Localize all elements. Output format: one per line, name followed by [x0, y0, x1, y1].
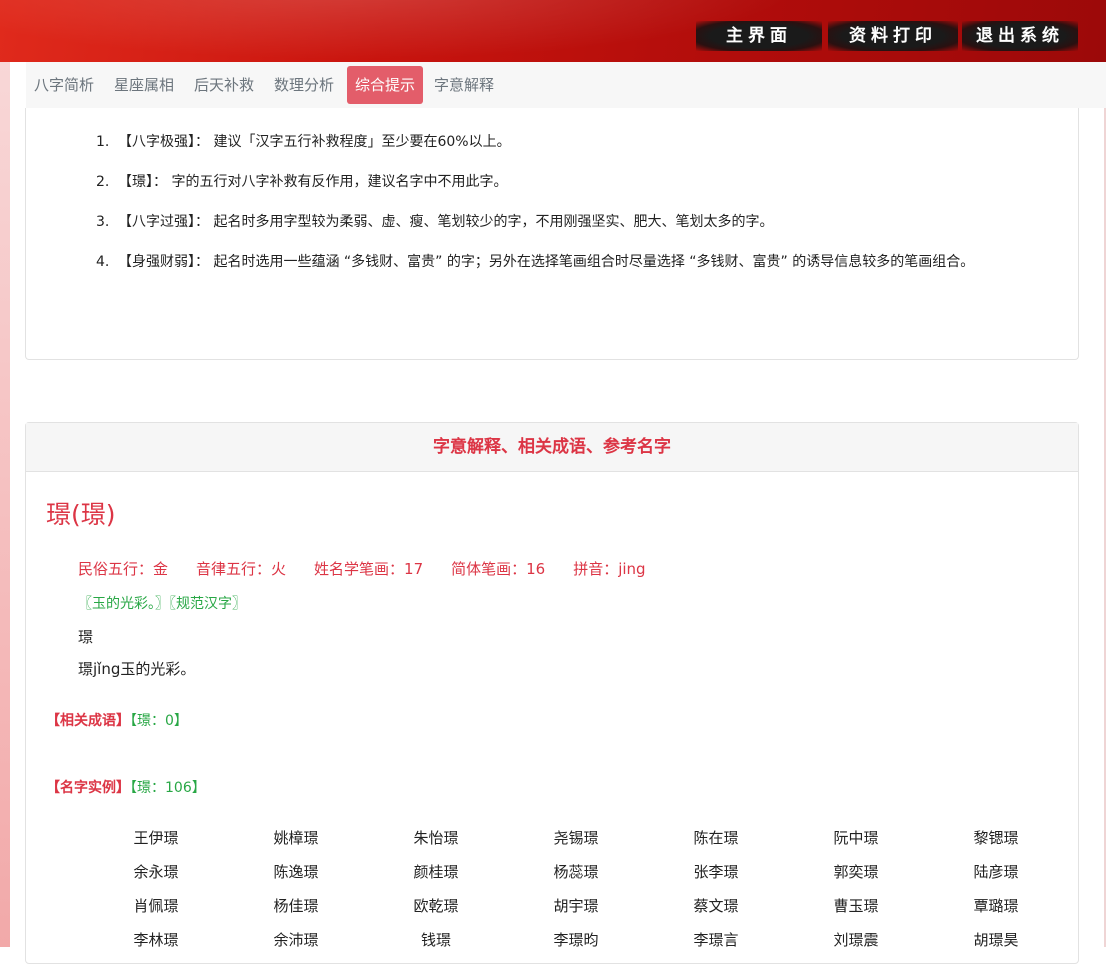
- name-item[interactable]: 王伊璟: [86, 821, 226, 855]
- tip-text: 【璟】： 字的五行对八字补救有反作用，建议名字中不用此字。: [118, 174, 508, 190]
- tip-item: 3. 【八字过强】： 起名时多用字型较为柔弱、虚、瘦、笔划较少的字，不用刚强坚实、…: [96, 202, 1026, 242]
- simplified-strokes: 简体笔画：16: [451, 560, 546, 578]
- tab-summary[interactable]: 综合提示: [347, 66, 424, 104]
- tip-item: 4. 【身强财弱】： 起名时选用一些蕴涵 “多钱财、富贵” 的字；另外在选择笔画组…: [96, 242, 1026, 282]
- names-label: 【名字实例】: [46, 780, 130, 796]
- name-item[interactable]: 欧乾璟: [366, 889, 506, 923]
- section-title: 字意解释、相关成语、参考名字: [26, 423, 1078, 472]
- names-section: 【名字实例】【璟：106】: [46, 777, 206, 797]
- tip-text: 【身强财弱】： 起名时选用一些蕴涵 “多钱财、富贵” 的字；另外在选择笔画组合时…: [118, 254, 975, 270]
- header-decoration: [0, 0, 800, 60]
- name-item[interactable]: 蔡文璟: [646, 889, 786, 923]
- name-strokes: 姓名学笔画：17: [314, 560, 424, 578]
- name-item[interactable]: 曹玉璟: [786, 889, 926, 923]
- name-item[interactable]: 李璟昀: [506, 923, 646, 957]
- tab-zodiac[interactable]: 星座属相: [106, 66, 182, 104]
- name-item[interactable]: 杨蕊璟: [506, 855, 646, 889]
- tip-text: 【八字过强】： 起名时多用字型较为柔弱、虚、瘦、笔划较少的字，不用刚强坚实、肥大…: [118, 214, 774, 230]
- name-item[interactable]: 颜桂璟: [366, 855, 506, 889]
- tab-remedy[interactable]: 后天补救: [186, 66, 262, 104]
- sound-element: 音律五行：火: [196, 560, 287, 578]
- tips-card: 1. 【八字极强】： 建议「汉字五行补救程度」至少要在60%以上。 2. 【璟】： …: [25, 108, 1079, 360]
- name-item[interactable]: 余永璟: [86, 855, 226, 889]
- name-item[interactable]: 张李璟: [646, 855, 786, 889]
- folk-element: 民俗五行：金: [78, 560, 169, 578]
- char-definition: 璟jǐng玉的光彩。: [78, 660, 196, 678]
- name-item[interactable]: 阮中璟: [786, 821, 926, 855]
- tips-list: 1. 【八字极强】： 建议「汉字五行补救程度」至少要在60%以上。 2. 【璟】： …: [96, 122, 1026, 282]
- char-heading: 璟(璟): [46, 500, 116, 529]
- name-item[interactable]: 李璟言: [646, 923, 786, 957]
- main-menu-button[interactable]: 主界面: [696, 21, 822, 51]
- idiom-section: 【相关成语】【璟：0】: [46, 710, 188, 730]
- name-item[interactable]: 李林璟: [86, 923, 226, 957]
- idiom-count: 【璟：0】: [130, 713, 188, 729]
- tip-number: 2.: [96, 174, 110, 190]
- tip-text: 【八字极强】： 建议「汉字五行补救程度」至少要在60%以上。: [118, 134, 511, 150]
- tab-bazi[interactable]: 八字简析: [26, 66, 102, 104]
- name-item[interactable]: 尧锡璟: [506, 821, 646, 855]
- tip-item: 2. 【璟】： 字的五行对八字补救有反作用，建议名字中不用此字。: [96, 162, 1026, 202]
- tip-number: 3.: [96, 214, 110, 230]
- name-item[interactable]: 杨佳璟: [226, 889, 366, 923]
- tab-nav: 八字简析 星座属相 后天补救 数理分析 综合提示 字意解释: [26, 62, 1106, 108]
- names-grid: 王伊璟 姚樟璟 朱怡璟 尧锡璟 陈在璟 阮中璟 黎锶璟 余永璟 陈逸璟 颜桂璟 杨蕊璟 张李璟 郭奕璟…: [86, 821, 1066, 957]
- char-line: 璟: [78, 628, 94, 646]
- print-data-button[interactable]: 资料打印: [828, 21, 958, 51]
- name-item[interactable]: 胡璟昊: [926, 923, 1066, 957]
- tab-char-meaning[interactable]: 字意解释: [426, 66, 502, 104]
- name-item[interactable]: 陈逸璟: [226, 855, 366, 889]
- exit-system-button[interactable]: 退出系统: [962, 21, 1078, 51]
- left-decoration-strip: [0, 62, 10, 947]
- names-row: 肖佩璟 杨佳璟 欧乾璟 胡宇璟 蔡文璟 曹玉璟 覃璐璟: [86, 889, 1066, 923]
- names-count: 【璟：106】: [130, 780, 206, 796]
- names-row: 李林璟 余沛璟 钱璟 李璟昀 李璟言 刘璟震 胡璟昊: [86, 923, 1066, 957]
- names-row: 王伊璟 姚樟璟 朱怡璟 尧锡璟 陈在璟 阮中璟 黎锶璟: [86, 821, 1066, 855]
- name-item[interactable]: 余沛璟: [226, 923, 366, 957]
- name-item[interactable]: 刘璟震: [786, 923, 926, 957]
- name-item[interactable]: 覃璐璟: [926, 889, 1066, 923]
- idiom-label: 【相关成语】: [46, 713, 130, 729]
- name-item[interactable]: 黎锶璟: [926, 821, 1066, 855]
- names-row: 余永璟 陈逸璟 颜桂璟 杨蕊璟 张李璟 郭奕璟 陆彦璟: [86, 855, 1066, 889]
- tip-number: 1.: [96, 134, 110, 150]
- name-item[interactable]: 肖佩璟: [86, 889, 226, 923]
- app-header: 主界面 资料打印 退出系统: [0, 0, 1106, 62]
- name-item[interactable]: 郭奕璟: [786, 855, 926, 889]
- name-item[interactable]: 朱怡璟: [366, 821, 506, 855]
- char-attributes: 民俗五行：金 音律五行：火 姓名学笔画：17 简体笔画：16 拼音：jing: [78, 558, 674, 579]
- tab-numerology[interactable]: 数理分析: [266, 66, 342, 104]
- name-item[interactable]: 钱璟: [366, 923, 506, 957]
- char-tags: 〖玉的光彩。〗〖规范汉字〗: [78, 596, 246, 612]
- name-item[interactable]: 陈在璟: [646, 821, 786, 855]
- char-explanation-card: 字意解释、相关成语、参考名字 璟(璟) 民俗五行：金 音律五行：火 姓名学笔画：17…: [25, 422, 1079, 964]
- tip-number: 4.: [96, 254, 110, 270]
- name-item[interactable]: 胡宇璟: [506, 889, 646, 923]
- name-item[interactable]: 陆彦璟: [926, 855, 1066, 889]
- pinyin: 拼音：jing: [573, 560, 646, 578]
- name-item[interactable]: 姚樟璟: [226, 821, 366, 855]
- tip-item: 1. 【八字极强】： 建议「汉字五行补救程度」至少要在60%以上。: [96, 122, 1026, 162]
